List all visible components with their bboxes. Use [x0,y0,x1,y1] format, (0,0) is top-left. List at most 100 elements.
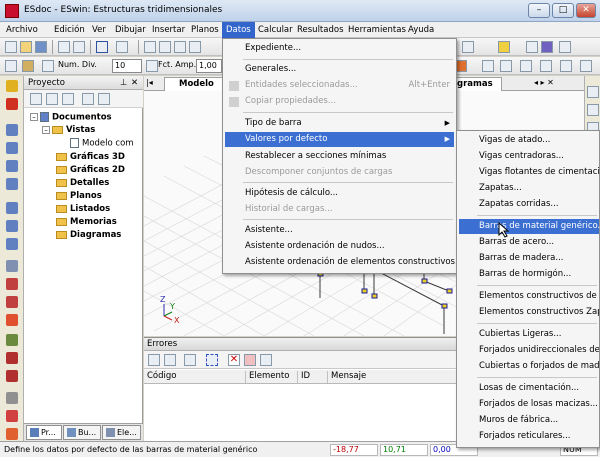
col-elemento[interactable]: Elemento [246,371,298,383]
tree-listados[interactable]: Listados [56,204,110,214]
submenu-elementos-hormigon[interactable]: Elementos constructivos de horm [459,289,599,304]
tool-orange-panel-icon[interactable] [6,428,18,440]
errors-select-icon[interactable] [206,354,218,366]
submenu-barras-material-generico[interactable]: Barras de material genérico... [459,219,600,234]
errors-locate-icon[interactable] [244,354,256,366]
tree-modelo[interactable]: Modelo com [70,138,134,149]
tree-memorias[interactable]: Memorias [56,217,117,227]
tool-rotate-icon[interactable] [6,178,18,190]
selection-icon[interactable] [5,60,17,72]
options-icon[interactable] [559,41,571,53]
menu-calcular[interactable]: Calcular [254,22,297,38]
submenu-barras-madera[interactable]: Barras de madera... [459,251,599,266]
tree-graficas-3d[interactable]: Gráficas 3D [56,152,125,162]
new-document-icon[interactable] [5,41,17,53]
tool-mirror-icon[interactable] [6,202,18,214]
submenu-cubiertas-madera[interactable]: Cubiertas o forjados de madera... [459,359,599,374]
errors-zoom-icon[interactable] [260,354,272,366]
menu-edicion[interactable]: Edición [50,22,89,38]
tool-bar-yellow-icon[interactable] [6,80,18,92]
submenu-cubiertas-ligeras[interactable]: Cubiertas Ligeras... [459,327,599,342]
tree-detalles[interactable]: Detalles [56,178,109,188]
menu-herramientas[interactable]: Herramientas [344,22,410,38]
submenu-barras-hormigon[interactable]: Barras de hormigón... [459,267,599,282]
tree-root[interactable]: – Documentos [30,112,112,123]
print-icon[interactable] [58,41,70,53]
submenu-losas-cimentacion[interactable]: Losas de cimentación... [459,381,599,396]
node-icon[interactable] [482,60,494,72]
open-folder-icon[interactable] [20,41,32,53]
minimize-button[interactable]: – [528,3,550,18]
paste-icon[interactable] [174,41,186,53]
menu-resultados[interactable]: Resultados [293,22,348,38]
tool-red-line2-icon[interactable] [6,296,18,308]
menu-dibujar[interactable]: Dibujar [111,22,150,38]
menu-copiar-propiedades[interactable]: Copiar propiedades... [225,94,454,109]
col-mensaje[interactable]: Mensaje [328,371,448,383]
print-preview-icon[interactable] [73,41,85,53]
tab-proyecto[interactable]: Pr... [26,425,62,440]
menu-asistente[interactable]: Asistente... [225,223,454,238]
refresh-icon[interactable] [82,93,94,105]
menu-descomponer-cargas[interactable]: Descomponer conjuntos de cargas [225,165,454,180]
col-id[interactable]: ID [298,371,328,383]
app-icon[interactable] [5,4,19,18]
tool-copy-node-icon[interactable] [6,142,18,154]
pencil-icon[interactable] [22,60,34,72]
amp-icon[interactable] [146,60,158,72]
save-icon[interactable] [35,41,47,53]
tool-red-line-icon[interactable] [6,278,18,290]
tree-diagramas[interactable]: Diagramas [56,230,121,240]
right-tool-2-icon[interactable] [587,104,599,116]
delete-item-icon[interactable] [62,93,74,105]
panel-close-icon[interactable]: ✕ [131,78,138,88]
submenu-forjados-losas-macizas[interactable]: Forjados de losas macizas... [459,397,599,412]
submenu-zapatas-corridas[interactable]: Zapatas corridas... [459,197,599,212]
tool-line-icon[interactable] [6,260,18,272]
tool-node-icon[interactable] [6,124,18,136]
submenu-vigas-atado[interactable]: Vigas de atado... [459,133,599,148]
support-icon[interactable] [540,60,552,72]
submenu-forjados-unidireccionales[interactable]: Forjados unidireccionales de vig [459,343,599,358]
menu-valores-por-defecto[interactable]: Valores por defecto ▶ [225,132,454,147]
pin-icon[interactable]: ⊥ [120,78,127,88]
submenu-muros-fabrica[interactable]: Muros de fábrica... [459,413,599,428]
submenu-vigas-centradoras[interactable]: Vigas centradoras... [459,149,599,164]
menu-hipotesis-calculo[interactable]: Hipótesis de cálculo... [225,186,454,201]
menu-planos[interactable]: Planos [187,22,223,38]
copy-item-icon[interactable] [46,93,58,105]
errors-check-icon[interactable] [184,354,196,366]
tool-divide-icon[interactable] [6,238,18,250]
tree-vistas[interactable]: – Vistas [42,125,95,135]
submenu-elementos-zapatas[interactable]: Elementos constructivos Zap. co [459,305,599,320]
tool-gray-icon[interactable] [6,392,18,404]
tab-elementos[interactable]: Ele... [102,425,141,440]
tool-orange-icon[interactable] [6,314,18,326]
load-icon[interactable] [520,60,532,72]
tool-move-icon[interactable] [6,160,18,172]
menu-ver[interactable]: Ver [88,22,110,38]
tool-red-bar2-icon[interactable] [6,370,18,382]
col-codigo[interactable]: Código [144,371,246,383]
delete-icon[interactable] [189,41,201,53]
tool-green-icon[interactable] [6,334,18,346]
layers-icon[interactable] [541,41,553,53]
menu-generales[interactable]: Generales... [225,62,454,77]
tab-diagramas[interactable]: gramas [452,77,502,91]
menu-historial-cargas[interactable]: Historial de cargas... [225,202,454,217]
tool-array-icon[interactable] [6,220,18,232]
errors-next-icon[interactable] [164,354,176,366]
tree-planos[interactable]: Planos [56,191,102,201]
close-button[interactable]: ✕ [576,3,596,18]
maximize-button[interactable]: □ [552,3,574,18]
menu-archivo[interactable]: Archivo [2,22,42,38]
menu-entidades-seleccionadas[interactable]: Entidades seleccionadas... Alt+Enter [225,78,454,93]
fct-amp-field[interactable]: 1,00 [196,59,222,73]
menu-asistente-elementos[interactable]: Asistente ordenación de elementos constr… [225,255,463,270]
undo-icon[interactable] [96,41,108,53]
menu-ayuda[interactable]: Ayuda [404,22,438,38]
right-tool-1-icon[interactable] [587,86,599,98]
new-item-icon[interactable] [30,93,42,105]
tab-nav-arrows-icon[interactable]: ◂ ▸ ✕ [534,78,554,87]
submenu-zapatas[interactable]: Zapatas... [459,181,599,196]
